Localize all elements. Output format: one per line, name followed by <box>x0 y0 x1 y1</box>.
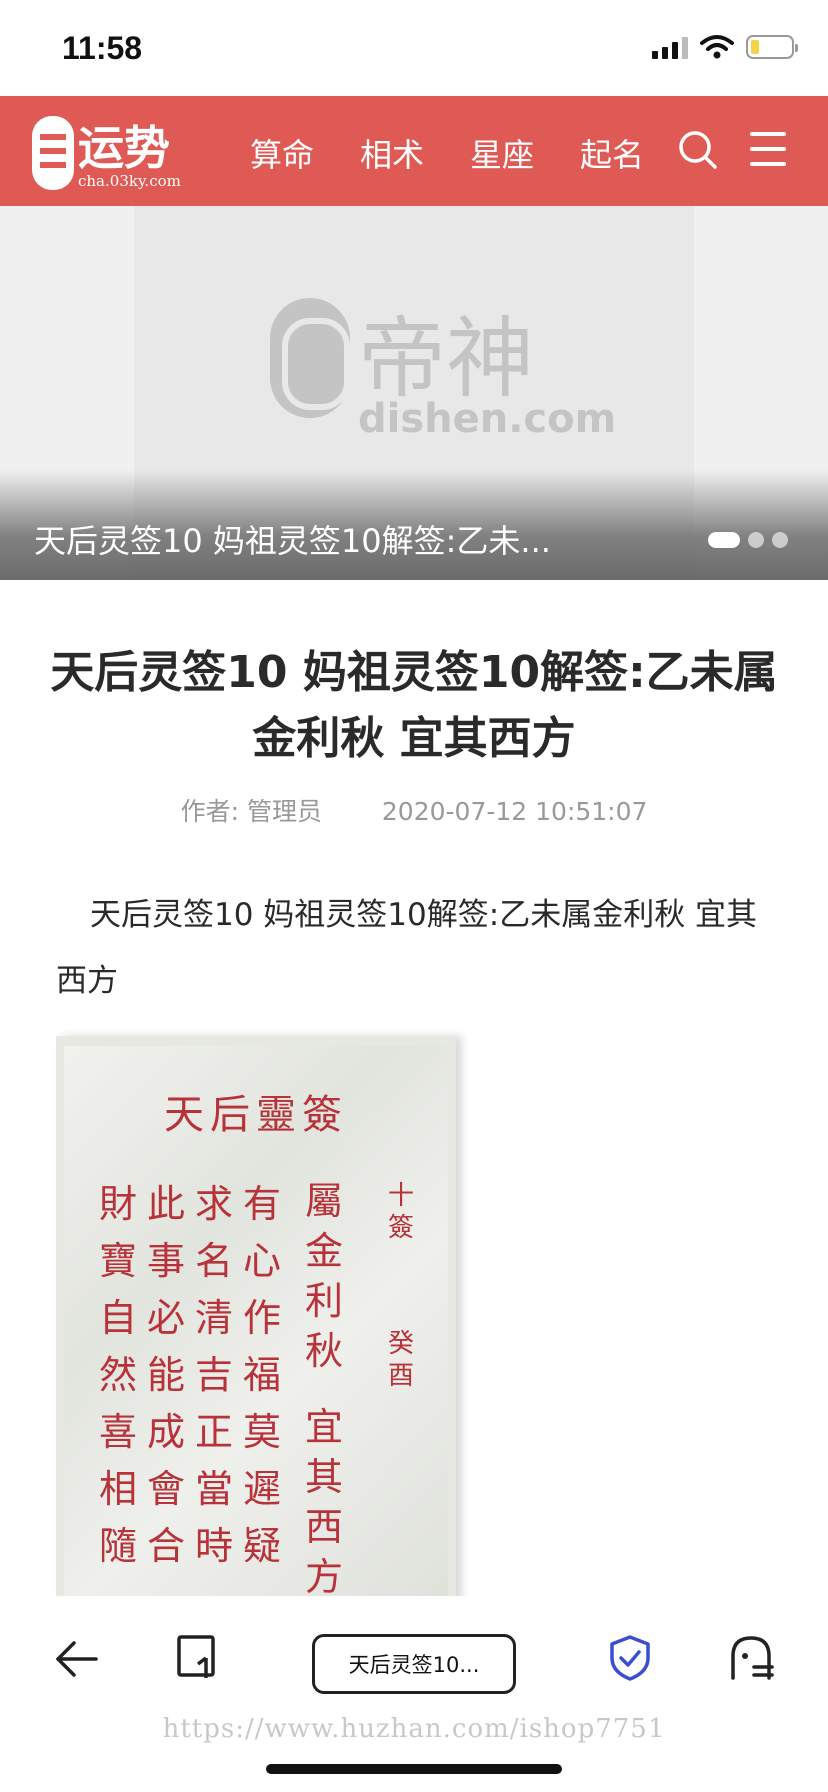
fortune-slip-column: 有心作福莫遲疑 <box>242 1182 281 1568</box>
status-time: 11:58 <box>62 30 143 66</box>
banner-caption[interactable]: 天后灵签10 妈祖灵签10解签:乙未... <box>34 516 551 562</box>
wifi-icon <box>700 35 734 59</box>
fortune-slip-column: 宜其西方 <box>304 1405 343 1599</box>
fortune-slip-image: 天后靈簽 財寶自然喜相隨 此事必能成會合 求名清吉正當時 有心作福莫遲疑 屬金利… <box>56 1036 456 1602</box>
battery-icon <box>746 35 798 59</box>
nav-item-fortune[interactable]: 算命 <box>250 130 314 176</box>
carousel-dot[interactable] <box>748 532 764 548</box>
carousel-indicators <box>708 532 788 548</box>
search-icon[interactable] <box>678 130 718 170</box>
nav-item-physiognomy[interactable]: 相术 <box>360 130 424 176</box>
site-logo[interactable]: 运势 cha.03ky.com <box>32 112 192 192</box>
incognito-ghost-icon[interactable] <box>728 1634 774 1682</box>
fortune-slip-ganzhi: 癸酉 <box>387 1329 414 1391</box>
logo-text: 运势 <box>78 121 170 175</box>
article-title: 天后灵签10 妈祖灵签10解签:乙未属金利秋 宜其西方 <box>50 647 778 764</box>
banner-watermark-domain: dishen.com <box>358 396 617 442</box>
signal-icon <box>652 35 688 59</box>
fortune-slip-column: 求名清吉正當時 <box>194 1182 233 1568</box>
carousel-dot[interactable] <box>772 532 788 548</box>
footer-watermark: https://www.huzhan.com/ishop7751 <box>162 1714 666 1744</box>
watermark-seal-icon <box>270 298 350 418</box>
fortune-slip-title: 天后靈簽 <box>164 1092 348 1138</box>
fortune-slip-column: 屬金利秋 <box>304 1179 343 1373</box>
status-bar: 11:58 <box>0 0 828 96</box>
fortune-slip-column: 此事必能成會合 <box>146 1182 185 1568</box>
article-date: 2020-07-12 10:51:07 <box>381 797 648 826</box>
nav-item-horoscope[interactable]: 星座 <box>470 130 534 176</box>
article-author: 作者: 管理员 <box>180 797 322 826</box>
nav-menu: 算命 相术 星座 起名 <box>250 130 644 176</box>
back-arrow-icon[interactable] <box>54 1636 100 1682</box>
hamburger-menu-icon[interactable] <box>750 132 786 166</box>
banner-carousel[interactable]: 帝神 dishen.com 天后灵签10 妈祖灵签10解签:乙未... <box>0 206 828 580</box>
fortune-slip-number: 十簽 <box>387 1181 414 1243</box>
logo-domain: cha.03ky.com <box>78 172 181 190</box>
logo-seal-icon <box>32 116 74 190</box>
carousel-dot-active[interactable] <box>708 532 740 548</box>
nav-item-naming[interactable]: 起名 <box>580 130 644 176</box>
status-icons <box>652 34 798 60</box>
tabs-icon[interactable] <box>176 1634 220 1680</box>
article-meta: 作者: 管理员 2020-07-12 10:51:07 <box>0 792 828 828</box>
home-indicator[interactable] <box>266 1764 562 1774</box>
address-bar[interactable]: 天后灵签10... <box>312 1634 516 1694</box>
site-header: 运势 cha.03ky.com 算命 相术 星座 起名 <box>0 96 828 206</box>
article-lead: 天后灵签10 妈祖灵签10解签:乙未属金利秋 宜其西方 <box>56 897 758 999</box>
fortune-slip-column: 財寶自然喜相隨 <box>98 1182 137 1568</box>
shield-check-icon[interactable] <box>608 1634 652 1682</box>
browser-toolbar: 天后灵签10... <box>0 1596 828 1792</box>
